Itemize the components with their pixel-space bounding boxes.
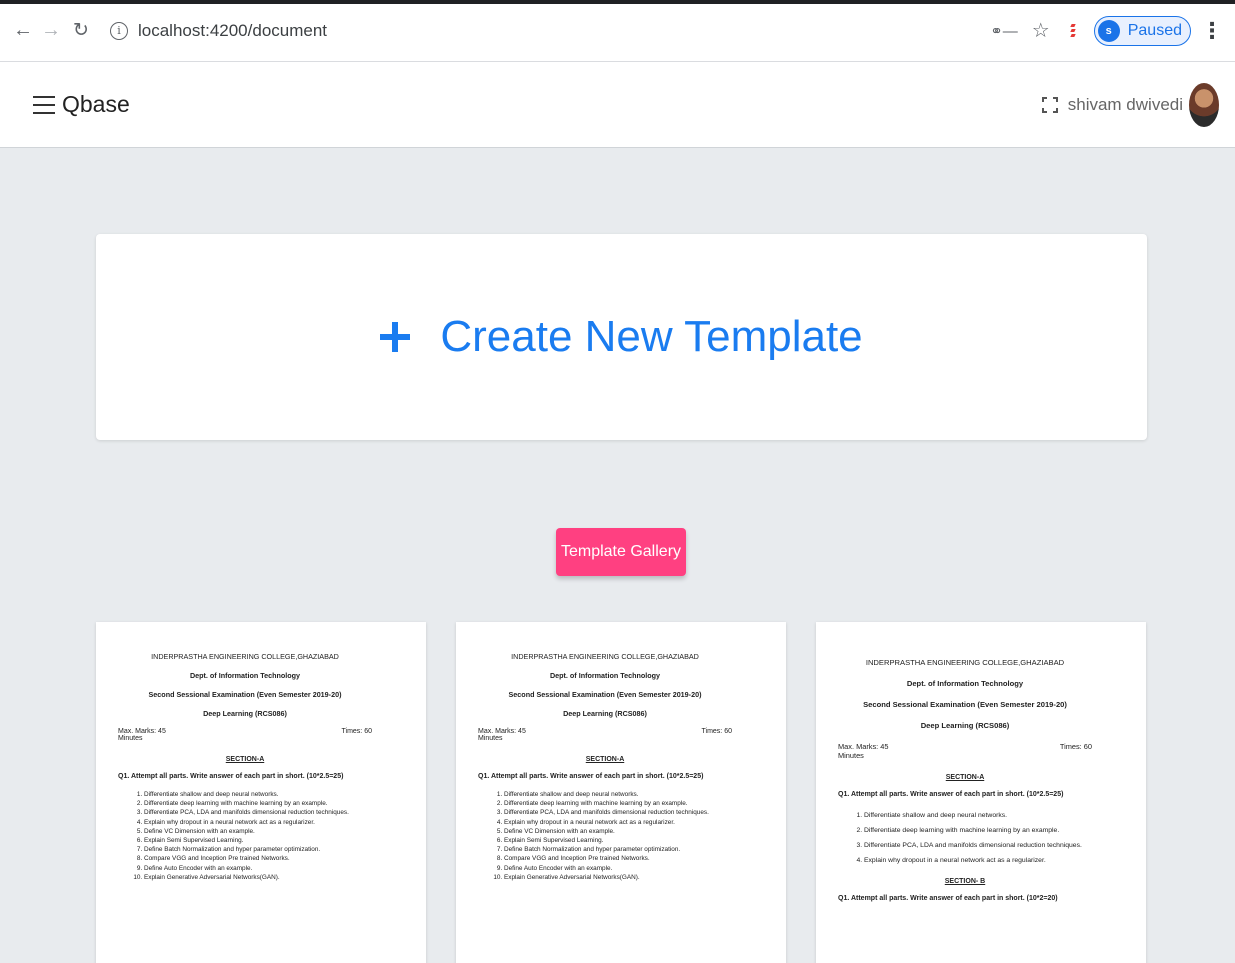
exam-title: Second Sessional Examination (Even Semes… xyxy=(508,690,702,699)
question-item: Differentiate deep learning with machine… xyxy=(504,799,732,808)
question-item: Define Auto Encoder with an example. xyxy=(504,864,732,873)
profile-avatar: s xyxy=(1097,19,1120,42)
reload-icon[interactable]: ↻ xyxy=(68,18,94,44)
question-item: Compare VGG and Inception Pre trained Ne… xyxy=(144,854,372,863)
template-card[interactable]: INDERPRASTHA ENGINEERING COLLEGE,GHAZIAB… xyxy=(456,622,786,963)
fullscreen-icon[interactable] xyxy=(1041,96,1058,113)
question-item: Define VC Dimension with an example. xyxy=(144,827,372,836)
exam-time: Times: 60 xyxy=(1059,742,1092,751)
back-arrow-icon[interactable]: ← xyxy=(10,18,36,44)
url-text[interactable]: localhost:4200/document xyxy=(138,21,327,41)
question-item: Differentiate shallow and deep neural ne… xyxy=(864,808,1092,823)
subject: Deep Learning (RCS086) xyxy=(920,721,1010,730)
question-item: Define VC Dimension with an example. xyxy=(504,827,732,836)
max-marks: Max. Marks: 45 xyxy=(478,728,526,735)
profile-status: Paused xyxy=(1127,21,1182,39)
question-item: Define Batch Normalization and hyper par… xyxy=(504,845,732,854)
window-top-edge xyxy=(0,0,1235,4)
question-b-heading: Q1. Attempt all parts. Write answer of e… xyxy=(838,895,1058,902)
exam-time: Times: 60 xyxy=(701,728,732,735)
template-card[interactable]: INDERPRASTHA ENGINEERING COLLEGE,GHAZIAB… xyxy=(96,622,426,963)
question-item: Explain why dropout in a neural network … xyxy=(864,853,1092,868)
section-heading: SECTION-A xyxy=(585,756,625,763)
plus-icon xyxy=(380,322,411,352)
site-info-icon[interactable]: i xyxy=(110,21,128,40)
time-unit: Minutes xyxy=(478,735,503,742)
section-heading: SECTION-A xyxy=(945,774,985,781)
app-title: Qbase xyxy=(62,91,130,117)
question-item: Explain Generative Adversarial Networks(… xyxy=(504,873,732,882)
bookmark-star-icon[interactable]: ☆ xyxy=(1032,18,1050,43)
question-item: Define Auto Encoder with an example. xyxy=(144,864,372,873)
question-item: Explain why dropout in a neural network … xyxy=(144,818,372,827)
question-item: Explain Semi Supervised Learning. xyxy=(144,836,372,845)
exam-title: Second Sessional Examination (Even Semes… xyxy=(148,690,342,699)
question-heading: Q1. Attempt all parts. Write answer of e… xyxy=(478,773,704,780)
user-name[interactable]: shivam dwivedi xyxy=(1068,95,1183,115)
question-item: Differentiate deep learning with machine… xyxy=(144,799,372,808)
question-item: Compare VGG and Inception Pre trained Ne… xyxy=(504,854,732,863)
exam-title: Second Sessional Examination (Even Semes… xyxy=(863,700,1067,709)
question-item: Explain Generative Adversarial Networks(… xyxy=(144,873,372,882)
section-heading: SECTION-A xyxy=(225,756,265,763)
app-toolbar: Qbase shivam dwivedi xyxy=(0,62,1235,148)
max-marks: Max. Marks: 45 xyxy=(838,742,889,751)
max-marks: Max. Marks: 45 xyxy=(118,728,166,735)
college-name: INDERPRASTHA ENGINEERING COLLEGE,GHAZIAB… xyxy=(151,652,339,661)
college-name: INDERPRASTHA ENGINEERING COLLEGE,GHAZIAB… xyxy=(511,652,699,661)
department: Dept. of Information Technology xyxy=(906,679,1024,688)
question-list: Differentiate shallow and deep neural ne… xyxy=(838,808,1092,868)
question-item: Differentiate shallow and deep neural ne… xyxy=(144,790,372,799)
question-item: Define Batch Normalization and hyper par… xyxy=(144,845,372,854)
question-item: Differentiate PCA, LDA and manifolds dim… xyxy=(504,808,732,817)
section-b-heading: SECTION- B xyxy=(944,878,986,885)
question-list: Differentiate shallow and deep neural ne… xyxy=(118,790,372,882)
create-template-card[interactable]: Create New Template xyxy=(96,234,1147,440)
time-unit: Minutes xyxy=(118,735,143,742)
user-avatar[interactable] xyxy=(1189,82,1219,127)
menu-icon[interactable] xyxy=(33,95,55,114)
subject: Deep Learning (RCS086) xyxy=(563,709,647,718)
address-bar[interactable]: i localhost:4200/document xyxy=(100,12,991,49)
question-list: Differentiate shallow and deep neural ne… xyxy=(478,790,732,882)
create-template-label: Create New Template xyxy=(440,312,863,361)
template-gallery-button[interactable]: Template Gallery xyxy=(556,528,686,576)
profile-button[interactable]: s Paused xyxy=(1093,15,1191,46)
browser-toolbar: ← → ↻ i localhost:4200/document ⚭— ☆ s P… xyxy=(0,0,1235,62)
extension-icon[interactable] xyxy=(1066,22,1080,40)
question-item: Differentiate PCA, LDA and manifolds dim… xyxy=(144,808,372,817)
question-item: Differentiate deep learning with machine… xyxy=(864,823,1092,838)
exam-time: Times: 60 xyxy=(341,728,372,735)
question-heading: Q1. Attempt all parts. Write answer of e… xyxy=(118,773,344,780)
subject: Deep Learning (RCS086) xyxy=(203,709,287,718)
question-item: Differentiate shallow and deep neural ne… xyxy=(504,790,732,799)
question-item: Explain why dropout in a neural network … xyxy=(504,818,732,827)
template-card[interactable]: INDERPRASTHA ENGINEERING COLLEGE,GHAZIAB… xyxy=(816,622,1146,963)
question-item: Differentiate PCA, LDA and manifolds dim… xyxy=(864,838,1092,853)
college-name: INDERPRASTHA ENGINEERING COLLEGE,GHAZIAB… xyxy=(865,658,1065,667)
question-heading: Q1. Attempt all parts. Write answer of e… xyxy=(838,791,1064,798)
forward-arrow-icon[interactable]: → xyxy=(38,18,64,44)
question-item: Explain Semi Supervised Learning. xyxy=(504,836,732,845)
browser-menu-icon[interactable]: ⋮ xyxy=(1201,18,1223,44)
time-unit: Minutes xyxy=(838,751,864,760)
password-key-icon[interactable]: ⚭— xyxy=(990,22,1018,40)
department: Dept. of Information Technology xyxy=(189,671,301,680)
department: Dept. of Information Technology xyxy=(549,671,661,680)
